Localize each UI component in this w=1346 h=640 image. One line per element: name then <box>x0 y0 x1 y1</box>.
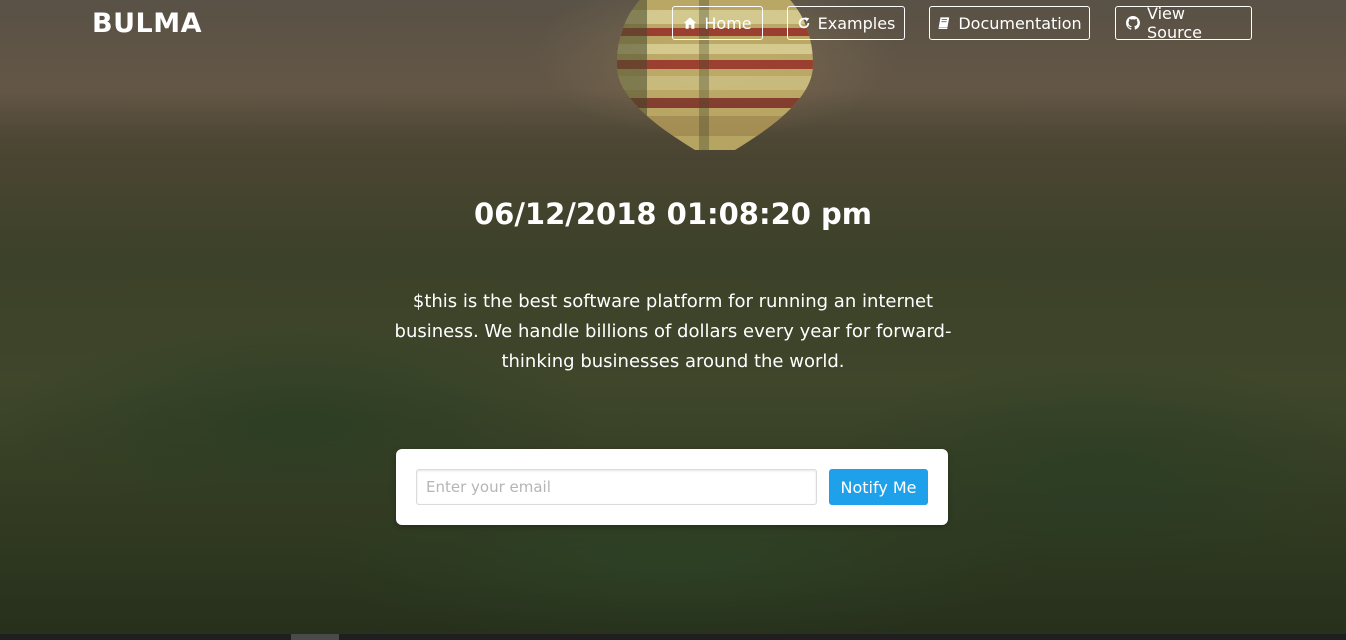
hero-subtitle: $this is the best software platform for … <box>394 291 952 372</box>
email-signup-card: Notify Me <box>396 449 948 525</box>
brand-logo[interactable]: BULMA <box>92 8 202 39</box>
nav-examples-button[interactable]: Examples <box>787 6 905 40</box>
email-input[interactable] <box>416 469 817 505</box>
book-icon <box>938 17 950 29</box>
nav-view-source-label: View Source <box>1147 4 1202 42</box>
home-icon <box>684 17 697 29</box>
nav-examples-label: Examples <box>817 13 896 33</box>
nav-view-source-button[interactable]: View Source <box>1115 4 1252 42</box>
nav-home-button[interactable]: Home <box>672 6 763 40</box>
refresh-icon <box>798 17 809 29</box>
datetime-heading: 06/12/2018 01:08:20 pm <box>473 197 873 231</box>
top-navbar: BULMA Home Examples Documentation View S… <box>0 0 1346 48</box>
bottom-scroll-strip <box>0 634 1346 640</box>
bottom-strip-segment <box>291 634 339 640</box>
nav-home-label: Home <box>704 13 752 33</box>
notify-me-button[interactable]: Notify Me <box>829 469 928 505</box>
github-icon <box>1126 16 1140 30</box>
nav-documentation-button[interactable]: Documentation <box>929 6 1090 40</box>
nav-documentation-label: Documentation <box>958 13 1082 33</box>
hero-section: BULMA Home Examples Documentation View S… <box>0 0 1346 640</box>
